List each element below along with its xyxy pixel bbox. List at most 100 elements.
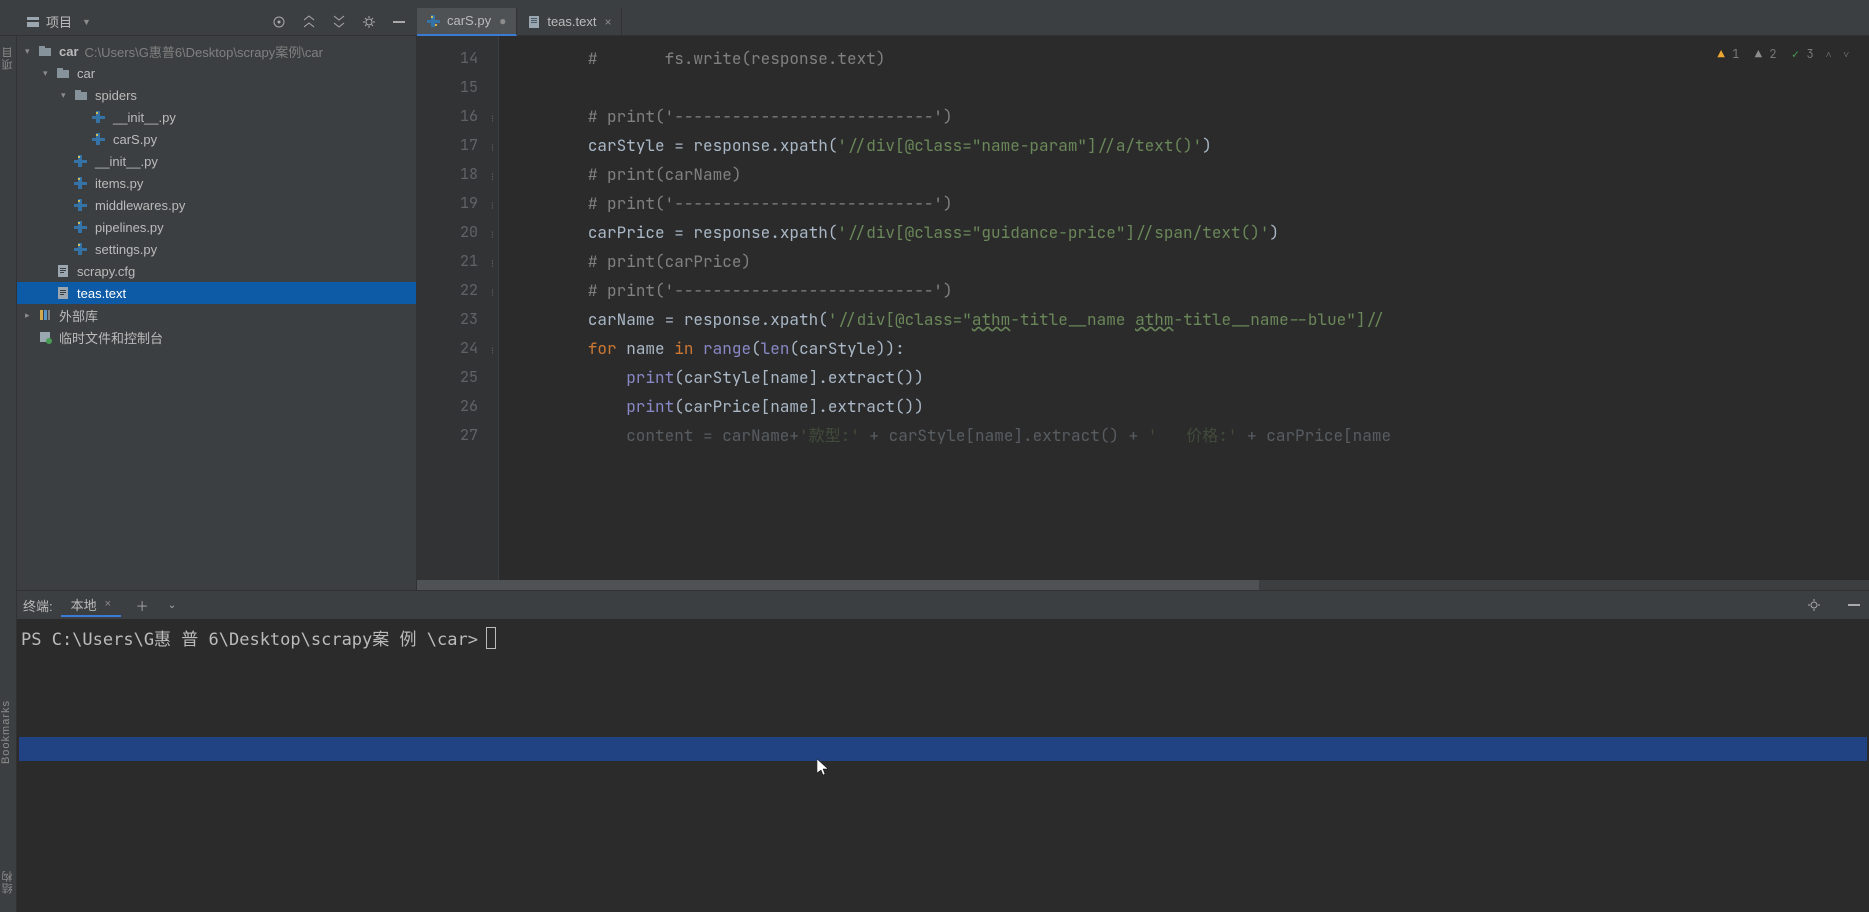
fold-handle-icon[interactable]: ⁝: [484, 141, 494, 151]
warning-icon: ▲: [1714, 47, 1728, 61]
tree-twisty-icon[interactable]: ▾: [43, 68, 55, 79]
gutter-line-number[interactable]: 23: [417, 305, 498, 334]
fold-handle-icon[interactable]: ⁝: [484, 286, 494, 296]
py-icon: [91, 131, 107, 147]
tree-item-name: pipelines.py: [95, 220, 164, 235]
project-toolwindow-tab[interactable]: 项目: [0, 38, 16, 78]
python-file-icon: [427, 14, 441, 28]
tree-row[interactable]: teas.text: [17, 282, 416, 304]
gutter-line-number[interactable]: 14: [417, 44, 498, 73]
tree-row[interactable]: __init__.py: [17, 106, 416, 128]
code-line[interactable]: # print(carPrice): [511, 247, 1869, 276]
text-file-icon: [527, 15, 541, 29]
gutter-line-number[interactable]: 25: [417, 363, 498, 392]
gear-icon[interactable]: [361, 14, 377, 30]
terminal-tab-label: 本地: [71, 595, 97, 614]
gutter-line-number[interactable]: 26: [417, 392, 498, 421]
terminal-title: 终端:: [23, 596, 53, 615]
tree-twisty-icon[interactable]: ▸: [25, 310, 37, 321]
terminal-cursor: [486, 627, 496, 649]
gutter-line-number[interactable]: 15: [417, 73, 498, 102]
project-view-icon[interactable]: [26, 15, 40, 29]
fold-handle-icon[interactable]: ⁝: [484, 170, 494, 180]
fold-handle-icon[interactable]: ⁝: [484, 112, 494, 122]
checkmark-icon: ✓: [1789, 47, 1803, 61]
py-icon: [73, 175, 89, 191]
code-line[interactable]: content = carName+'款型:' + carStyle[name]…: [511, 421, 1869, 450]
hide-panel-icon[interactable]: [1845, 596, 1863, 614]
expand-all-icon[interactable]: [301, 14, 317, 30]
code-line[interactable]: # print('---------------------------'): [511, 189, 1869, 218]
tree-item-name: __init__.py: [113, 110, 176, 125]
tree-item-name: carS.py: [113, 132, 157, 147]
tree-item-name: scrapy.cfg: [77, 264, 135, 279]
structure-toolwindow-tab[interactable]: 结构: [0, 862, 16, 902]
tree-row[interactable]: ▾spiders: [17, 84, 416, 106]
scratch-icon: [37, 329, 53, 345]
project-tree-panel: ▾carC:\Users\G惠普6\Desktop\scrapy案例\car▾c…: [17, 36, 417, 590]
hide-panel-icon[interactable]: [391, 14, 407, 30]
py-icon: [73, 197, 89, 213]
warning-count-2: 2: [1769, 46, 1776, 62]
chevron-down-icon[interactable]: ˅: [1843, 48, 1849, 61]
fold-handle-icon[interactable]: ⁝: [484, 344, 494, 354]
inspection-badges[interactable]: ▲1 ▲2 ✓3 ˄ ˅: [1714, 46, 1849, 62]
tree-item-name: items.py: [95, 176, 143, 191]
code-line[interactable]: for name in range(len(carStyle)):: [511, 334, 1869, 363]
code-line[interactable]: carName = response.xpath('//div[@class="…: [511, 305, 1869, 334]
editor-tab[interactable]: carS.py●: [417, 8, 517, 36]
fold-handle-icon[interactable]: ⁝: [484, 199, 494, 209]
tree-row[interactable]: settings.py: [17, 238, 416, 260]
lib-icon: [37, 307, 53, 323]
tree-row[interactable]: pipelines.py: [17, 216, 416, 238]
py-icon: [73, 219, 89, 235]
tree-row[interactable]: ▾carC:\Users\G惠普6\Desktop\scrapy案例\car: [17, 40, 416, 62]
chevron-up-icon[interactable]: ˄: [1826, 48, 1832, 61]
tree-item-name: teas.text: [77, 286, 126, 301]
close-icon[interactable]: ×: [604, 15, 611, 29]
code-line[interactable]: print(carStyle[name].extract()): [511, 363, 1869, 392]
tree-row[interactable]: scrapy.cfg: [17, 260, 416, 282]
code-line[interactable]: print(carPrice[name].extract()): [511, 392, 1869, 421]
code-line[interactable]: # print(carName): [511, 160, 1869, 189]
tree-row[interactable]: ▸外部库: [17, 304, 416, 326]
fold-handle-icon[interactable]: ⁝: [484, 257, 494, 267]
gear-icon[interactable]: [1805, 596, 1823, 614]
close-icon[interactable]: ×: [105, 598, 111, 610]
tree-row[interactable]: carS.py: [17, 128, 416, 150]
fold-handle-icon[interactable]: ⁝: [484, 228, 494, 238]
editor-area[interactable]: 1415161718192021222324252627⁝⁝⁝⁝⁝⁝⁝⁝ ▲1 …: [417, 36, 1869, 590]
folder-icon: [55, 65, 71, 81]
tree-row[interactable]: __init__.py: [17, 150, 416, 172]
weak-warning-count: 3: [1807, 46, 1814, 62]
new-terminal-icon[interactable]: ＋: [133, 596, 151, 614]
tree-row[interactable]: middlewares.py: [17, 194, 416, 216]
tree-row[interactable]: items.py: [17, 172, 416, 194]
code-line[interactable]: # print('---------------------------'): [511, 276, 1869, 305]
modified-indicator-icon[interactable]: ●: [499, 14, 506, 28]
text-icon: [55, 285, 71, 301]
tree-row[interactable]: ▾car: [17, 62, 416, 84]
code-line[interactable]: carStyle = response.xpath('//div[@class=…: [511, 131, 1869, 160]
tree-twisty-icon[interactable]: ▾: [61, 90, 73, 101]
chevron-down-icon[interactable]: ▼: [82, 17, 91, 27]
chevron-down-icon[interactable]: ⌄: [163, 596, 181, 614]
editor-horizontal-scrollbar[interactable]: [417, 580, 1869, 590]
editor-tabs: carS.py●teas.text×: [417, 8, 622, 36]
code-line[interactable]: [511, 73, 1869, 102]
terminal-body[interactable]: PS C:\Users\G惠 普 6\Desktop\scrapy案 例 \ca…: [17, 619, 1869, 912]
code-line[interactable]: # print('---------------------------'): [511, 102, 1869, 131]
tree-twisty-icon[interactable]: ▾: [25, 46, 37, 57]
tree-item-name: settings.py: [95, 242, 157, 257]
tree-row[interactable]: 临时文件和控制台: [17, 326, 416, 348]
text-icon: [55, 263, 71, 279]
code-line[interactable]: # fs.write(response.text): [511, 44, 1869, 73]
gutter-line-number[interactable]: 27: [417, 421, 498, 450]
editor-tab[interactable]: teas.text×: [517, 8, 622, 36]
locate-icon[interactable]: [271, 14, 287, 30]
tree-item-name: 临时文件和控制台: [59, 328, 163, 347]
code-line[interactable]: carPrice = response.xpath('//div[@class=…: [511, 218, 1869, 247]
collapse-all-icon[interactable]: [331, 14, 347, 30]
bookmarks-toolwindow-tab[interactable]: Bookmarks: [0, 692, 12, 772]
terminal-tab-local[interactable]: 本地 ×: [61, 593, 121, 617]
